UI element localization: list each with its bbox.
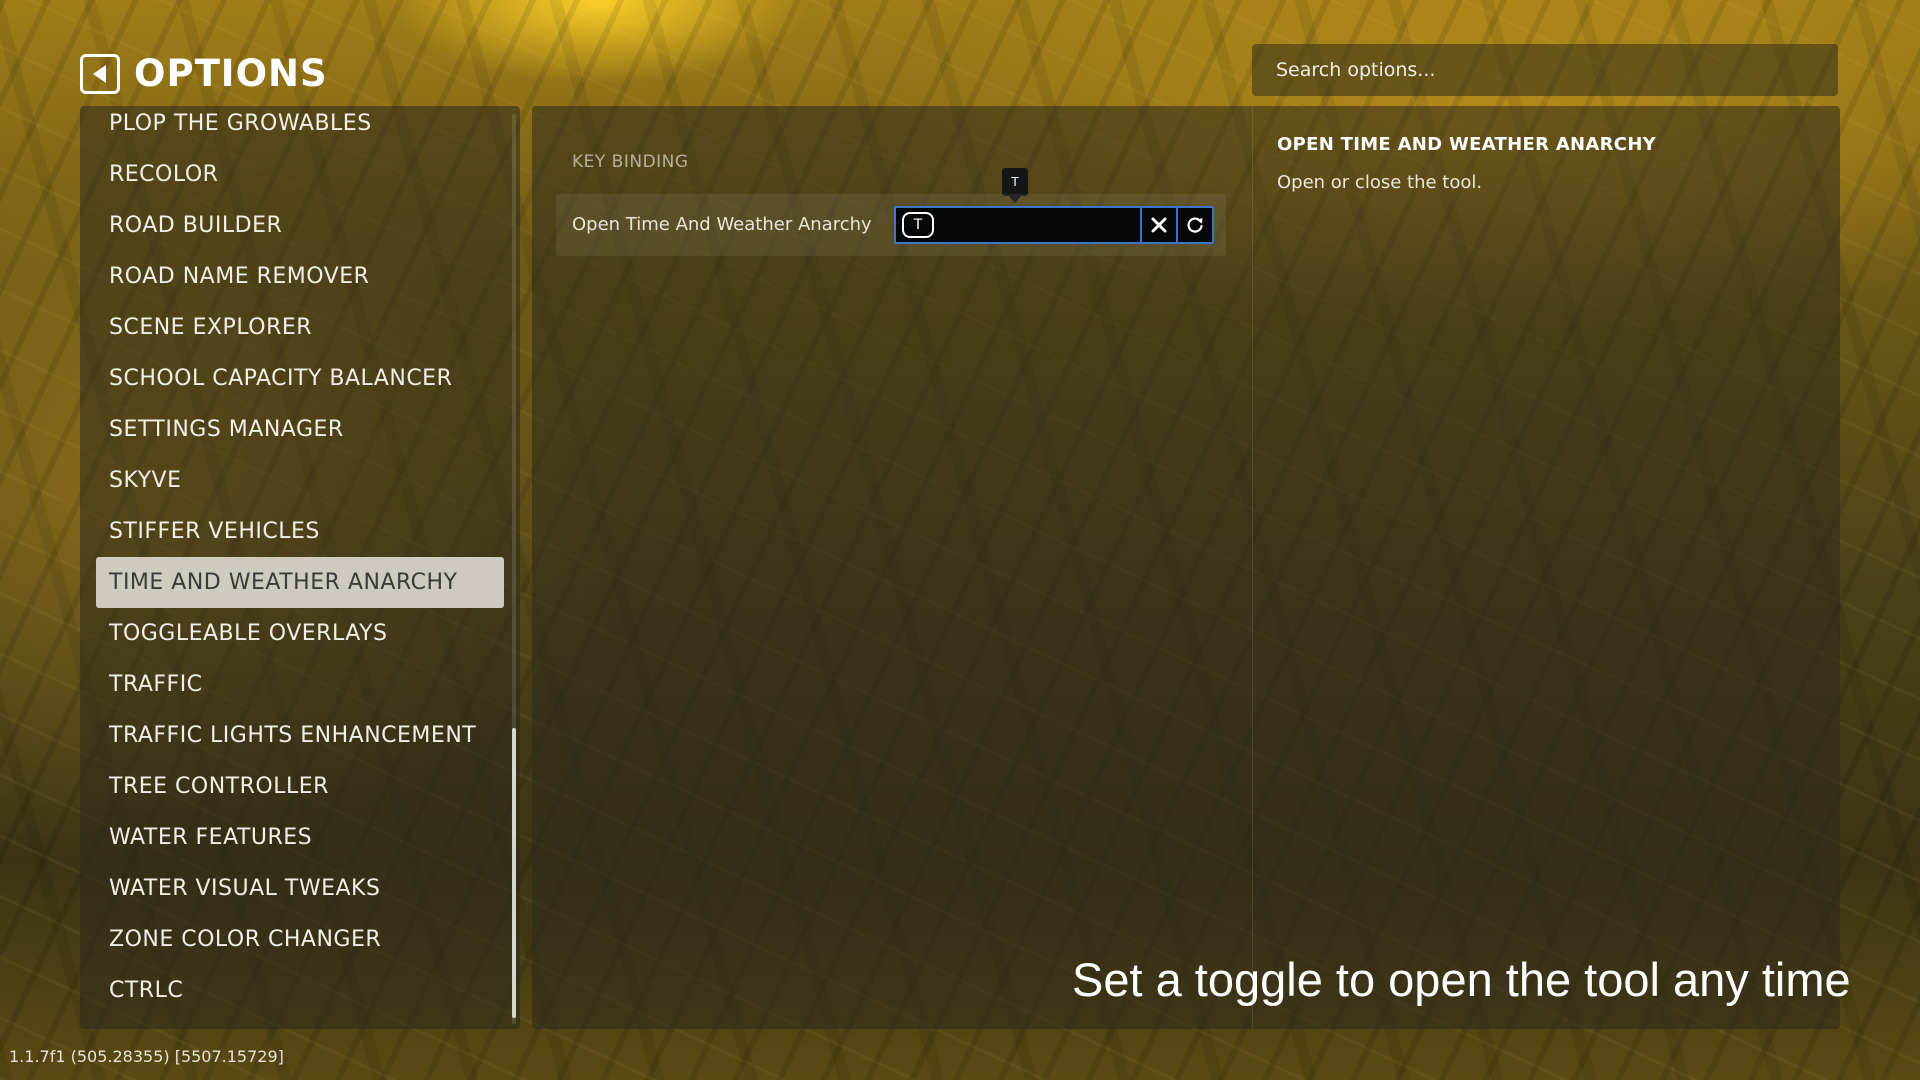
key-binding-row: Open Time And Weather Anarchy T	[556, 194, 1226, 256]
sidebar-item-toggleable-overlays[interactable]: TOGGLEABLE OVERLAYS	[96, 608, 504, 659]
page-title: OPTIONS	[134, 52, 328, 95]
description-title: OPEN TIME AND WEATHER ANARCHY	[1277, 134, 1657, 155]
clear-binding-button[interactable]	[1140, 208, 1176, 242]
sidebar-item-tree-controller[interactable]: TREE CONTROLLER	[96, 761, 504, 812]
reset-binding-button[interactable]	[1176, 208, 1212, 242]
options-header: OPTIONS	[80, 52, 328, 95]
sidebar-item-school-capacity-balancer[interactable]: SCHOOL CAPACITY BALANCER	[96, 353, 504, 404]
sidebar-item-water-features[interactable]: WATER FEATURES	[96, 812, 504, 863]
search-input[interactable]	[1276, 59, 1838, 81]
back-button[interactable]	[80, 53, 120, 94]
sidebar-item-water-visual-tweaks[interactable]: WATER VISUAL TWEAKS	[96, 863, 504, 914]
section-heading: KEY BINDING	[572, 152, 689, 172]
sidebar-item-stiffer-vehicles[interactable]: STIFFER VEHICLES	[96, 506, 504, 557]
panel-divider	[1252, 106, 1253, 1029]
sidebar-item-plop-the-growables[interactable]: PLOP THE GROWABLES	[96, 106, 504, 149]
sidebar-item-time-and-weather-anarchy[interactable]: TIME AND WEATHER ANARCHY	[96, 557, 504, 608]
key-binding-field[interactable]: T	[896, 208, 1140, 242]
sidebar-item-settings-manager[interactable]: SETTINGS MANAGER	[96, 404, 504, 455]
sidebar-item-ctrlc[interactable]: CTRLC	[96, 965, 504, 1016]
mod-list-sidebar: PLOP THE GROWABLES RECOLOR ROAD BUILDER …	[80, 106, 520, 1029]
back-arrow-icon	[93, 64, 106, 83]
sidebar-scrollbar-thumb[interactable]	[512, 728, 516, 1018]
sidebar-item-road-name-remover[interactable]: ROAD NAME REMOVER	[96, 251, 504, 302]
key-binding-control: T	[894, 206, 1214, 244]
key-cap: T	[902, 212, 934, 238]
video-caption: Set a toggle to open the tool any time	[1072, 953, 1851, 1006]
key-binding-label: Open Time And Weather Anarchy	[572, 214, 872, 235]
search-box[interactable]	[1252, 44, 1838, 96]
mod-list: PLOP THE GROWABLES RECOLOR ROAD BUILDER …	[96, 106, 504, 1016]
sidebar-item-traffic-lights-enhancement[interactable]: TRAFFIC LIGHTS ENHANCEMENT	[96, 710, 504, 761]
key-tooltip-text: T	[1002, 168, 1028, 196]
sidebar-item-skyve[interactable]: SKYVE	[96, 455, 504, 506]
version-label: 1.1.7f1 (505.28355) [5507.15729]	[9, 1047, 284, 1066]
description-text: Open or close the tool.	[1277, 172, 1483, 193]
sidebar-item-recolor[interactable]: RECOLOR	[96, 149, 504, 200]
sidebar-item-zone-color-changer[interactable]: ZONE COLOR CHANGER	[96, 914, 504, 965]
reset-icon	[1187, 217, 1203, 233]
sidebar-item-scene-explorer[interactable]: SCENE EXPLORER	[96, 302, 504, 353]
options-main-panel: KEY BINDING T Open Time And Weather Anar…	[532, 106, 1840, 1029]
sidebar-item-traffic[interactable]: TRAFFIC	[96, 659, 504, 710]
close-icon	[1151, 217, 1167, 233]
sidebar-item-road-builder[interactable]: ROAD BUILDER	[96, 200, 504, 251]
